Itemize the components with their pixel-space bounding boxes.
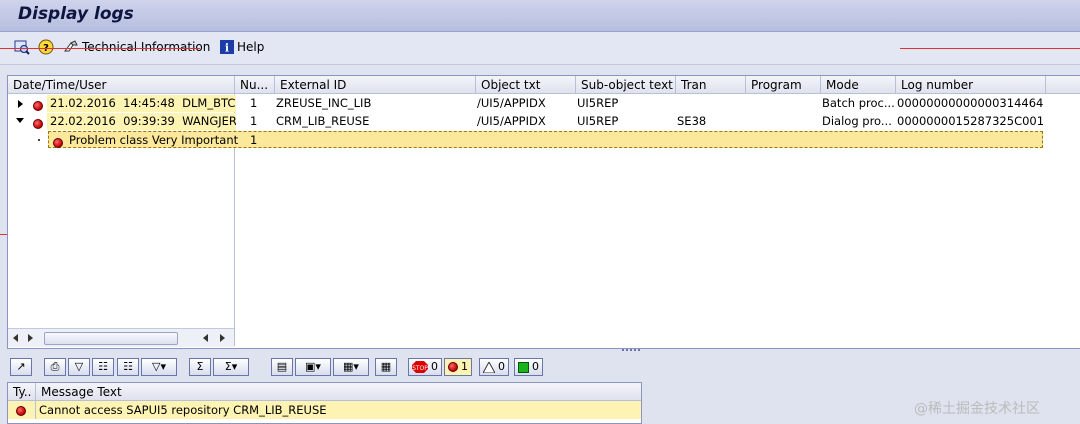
technical-info-button[interactable]: Technical Information	[82, 40, 210, 54]
magnifier-icon[interactable]	[14, 39, 30, 55]
log-count: 1	[250, 114, 258, 128]
error-status-icon	[33, 116, 43, 130]
scroll-left-icon[interactable]	[13, 334, 18, 342]
column-header-subobject-text[interactable]: Sub-object text	[576, 76, 676, 94]
log-number: 00000000000000314464	[897, 96, 1044, 110]
error-icon	[16, 405, 26, 416]
column-header-mode[interactable]: Mode	[821, 76, 896, 94]
print-icon[interactable]: ⎙	[44, 358, 66, 376]
technical-info-icon[interactable]	[63, 39, 79, 55]
set-filter-icon[interactable]: ▽▾	[141, 358, 177, 376]
log-count: 1	[250, 96, 258, 110]
column-header-object-txt[interactable]: Object txt	[476, 76, 576, 94]
export-icon[interactable]: ▣▾	[295, 358, 331, 376]
svg-text:i: i	[225, 42, 229, 55]
mode: Dialog pro...	[822, 114, 892, 128]
log-time: 14:45:48	[123, 96, 175, 110]
scroll-thumb[interactable]	[44, 332, 178, 345]
subobject-text: UI5REP	[577, 96, 619, 110]
message-type-cell	[8, 401, 36, 419]
column-header-type[interactable]: Ty..	[8, 383, 36, 401]
column-header-message-text[interactable]: Message Text	[36, 383, 641, 401]
success-icon	[518, 361, 529, 373]
problem-class-count: 1	[250, 133, 258, 147]
problem-class-label: Problem class Very Important	[69, 133, 239, 147]
find-next-icon[interactable]: ☷	[117, 358, 139, 376]
column-header-spacer	[1046, 76, 1080, 94]
warning-icon	[483, 361, 495, 373]
column-header-log-number[interactable]: Log number	[896, 76, 1046, 94]
scroll-right-icon[interactable]	[28, 334, 33, 342]
error-count-button[interactable]: 1	[444, 358, 472, 376]
transaction: SE38	[677, 114, 707, 128]
column-header-external-id[interactable]: External ID	[275, 76, 476, 94]
column-header-number[interactable]: Nu...	[235, 76, 275, 94]
message-table: Ty.. Message Text Cannot access SAPUI5 r…	[7, 382, 642, 424]
error-icon	[448, 362, 458, 372]
filter-icon[interactable]: ▽	[68, 358, 90, 376]
log-number: 0000000015287325C001	[897, 114, 1045, 128]
tree-node-bullet	[38, 139, 40, 141]
sum-icon[interactable]: Σ	[189, 358, 211, 376]
log-user: WANGJER	[182, 114, 236, 128]
annotation-line	[900, 48, 1080, 49]
info-icon[interactable]: i	[219, 39, 235, 55]
subobject-text: UI5REP	[577, 114, 619, 128]
layout-icon[interactable]: ▦▾	[333, 358, 369, 376]
column-header-date-time-user[interactable]: Date/Time/User	[8, 76, 235, 94]
stop-icon: STOP	[412, 361, 428, 373]
splitter-handle[interactable]	[622, 349, 640, 354]
column-header-tran[interactable]: Tran	[676, 76, 746, 94]
title-bar: Display logs	[0, 0, 1080, 32]
page-title: Display logs	[18, 4, 134, 24]
message-text[interactable]: Cannot access SAPUI5 repository CRM_LIB_…	[36, 401, 641, 419]
column-header-program[interactable]: Program	[746, 76, 821, 94]
grid-icon[interactable]: ▦	[375, 358, 397, 376]
log-table: Date/Time/User Nu... External ID Object …	[7, 75, 1080, 349]
collapse-arrow-icon[interactable]	[16, 118, 24, 123]
log-date: 22.02.2016	[50, 114, 116, 128]
subtotal-icon[interactable]: Σ▾	[213, 358, 249, 376]
error-status-icon	[33, 98, 43, 112]
horizontal-scrollbar[interactable]	[8, 328, 234, 347]
error-status-icon	[53, 135, 63, 149]
object-txt: /UI5/APPIDX	[477, 114, 546, 128]
external-id: ZREUSE_INC_LIB	[276, 96, 372, 110]
document-icon[interactable]: ▤	[271, 358, 293, 376]
log-date: 21.02.2016	[50, 96, 116, 110]
help-question-icon[interactable]: ?	[38, 39, 54, 55]
expand-arrow-icon[interactable]	[18, 100, 23, 108]
message-toolbar: ↗ ⎙ ▽ ☷ ☷ ▽▾ Σ Σ▾ ▤ ▣▾ ▦▾ ▦ STOP 0 1 0 0	[7, 357, 1080, 379]
watermark: @稀土掘金技术社区	[914, 401, 1040, 417]
log-time: 09:39:39	[123, 114, 175, 128]
external-id: CRM_LIB_REUSE	[276, 114, 370, 128]
help-button[interactable]: Help	[237, 40, 264, 54]
scroll-left-icon[interactable]	[203, 334, 208, 342]
object-txt: /UI5/APPIDX	[477, 96, 546, 110]
mode: Batch proc...	[822, 96, 895, 110]
annotation-line	[0, 48, 200, 49]
details-icon[interactable]: ↗	[10, 358, 32, 376]
svg-text:STOP: STOP	[412, 365, 428, 372]
success-count-button[interactable]: 0	[514, 358, 543, 376]
stop-count-button[interactable]: STOP 0	[408, 358, 442, 376]
find-icon[interactable]: ☷	[92, 358, 114, 376]
warning-count-button[interactable]: 0	[479, 358, 509, 376]
log-user: DLM_BTC	[182, 96, 236, 110]
scroll-right-icon[interactable]	[220, 334, 225, 342]
